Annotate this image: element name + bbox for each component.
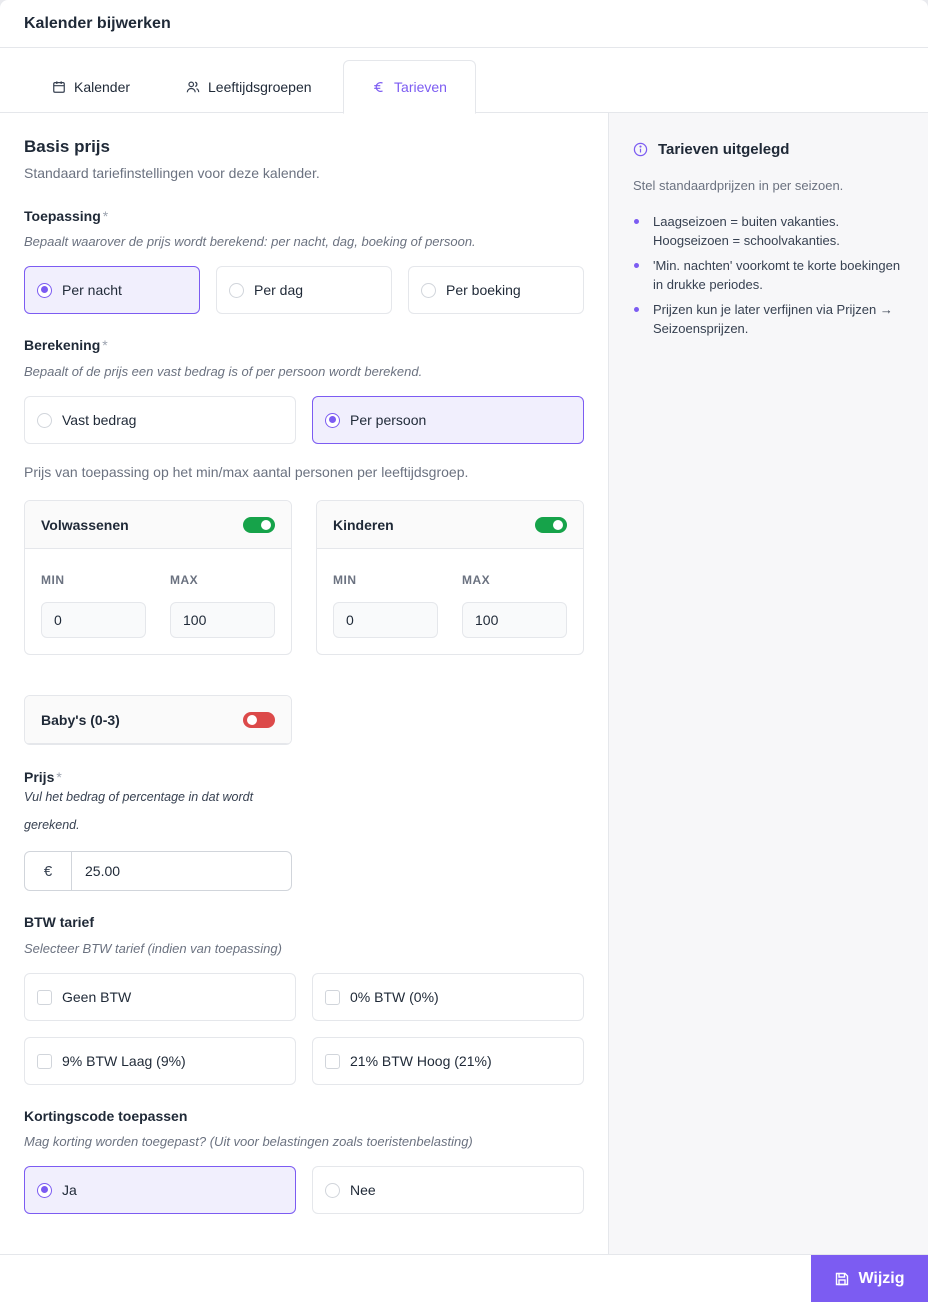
tab-label: Leeftijdsgroepen	[208, 78, 312, 95]
save-icon	[836, 1272, 849, 1286]
checkbox	[325, 1053, 340, 1069]
babys-toggle[interactable]	[243, 711, 275, 728]
prijs-hint-line1: Vul het bedrag of percentage in dat word…	[24, 790, 254, 804]
users-icon	[186, 80, 200, 92]
sidebar-subtitle: Stel standaardprijzen in per seizoen.	[633, 178, 844, 193]
info-icon	[633, 142, 648, 157]
btw-option-21[interactable]: 21% BTW Hoog (21%)	[312, 1037, 584, 1085]
save-button[interactable]: Wijzig	[811, 1255, 928, 1302]
group-card-kinderen: Kinderen MIN MAX 0 100	[316, 500, 584, 655]
option-label: Vast bedrag	[62, 412, 137, 428]
checkbox	[37, 989, 52, 1005]
btw-option-9[interactable]: 9% BTW Laag (9%)	[24, 1037, 296, 1085]
option-vast-bedrag[interactable]: Vast bedrag	[24, 396, 296, 444]
option-label: 0% BTW (0%)	[350, 989, 439, 1005]
radio	[37, 412, 52, 428]
sidebar-bullet: Laagseizoen = buiten vakanties. Hoogseiz…	[633, 213, 913, 250]
euro-icon	[374, 82, 383, 92]
card-header: Baby's (0-3)	[25, 696, 291, 744]
btw-label: BTW tarief	[24, 914, 94, 930]
option-per-nacht[interactable]: Per nacht	[24, 266, 200, 314]
currency-symbol: €	[25, 852, 72, 890]
radio	[37, 1182, 52, 1198]
btw-hint: Selecteer BTW tarief (indien van toepass…	[24, 941, 282, 956]
sidebar-title: Tarieven uitgelegd	[658, 141, 790, 158]
modal-title: Kalender bijwerken	[24, 14, 171, 32]
kinderen-min-input[interactable]: 0	[333, 602, 438, 638]
modal-header: Kalender bijwerken	[0, 0, 928, 48]
min-label: MIN	[333, 573, 357, 587]
card-header: Volwassenen	[25, 501, 291, 549]
calendar-icon	[53, 80, 65, 93]
option-label: Geen BTW	[62, 989, 132, 1005]
sidebar-heading: Tarieven uitgelegd	[633, 141, 789, 158]
option-per-persoon[interactable]: Per persoon	[312, 396, 584, 444]
tarieven-form: Basis prijs Standaard tariefinstellingen…	[0, 113, 608, 1254]
help-sidebar: Tarieven uitgelegd Stel standaardprijzen…	[608, 113, 928, 1254]
radio	[325, 412, 340, 428]
berekening-label: Berekening *	[24, 337, 108, 353]
tab-label: Tarieven	[394, 79, 447, 95]
section-title: Basis prijs	[24, 137, 110, 156]
korting-option-nee[interactable]: Nee	[312, 1166, 584, 1214]
prijs-label: Prijs *	[24, 769, 62, 785]
group-name: Kinderen	[333, 516, 394, 533]
volwassenen-min-input[interactable]: 0	[41, 602, 146, 638]
korting-hint: Mag korting worden toegepast? (Uit voor …	[24, 1134, 473, 1149]
btw-option-0[interactable]: 0% BTW (0%)	[312, 973, 584, 1021]
price-input[interactable]: 25.00	[72, 852, 291, 890]
option-label: Per boeking	[446, 282, 521, 298]
korting-label: Kortingscode toepassen	[24, 1108, 188, 1124]
tab-kalender[interactable]: Kalender	[52, 60, 130, 113]
option-label: Per nacht	[62, 282, 122, 298]
option-label: Per persoon	[350, 412, 427, 428]
radio	[229, 282, 244, 298]
korting-option-ja[interactable]: Ja	[24, 1166, 296, 1214]
checkbox	[37, 1053, 52, 1069]
modal: Kalender bijwerken Kalender Leeftijdsgro…	[0, 0, 928, 1302]
volwassenen-toggle[interactable]	[243, 516, 275, 533]
min-label: MIN	[41, 573, 65, 587]
max-label: MAX	[170, 573, 199, 587]
option-label: Nee	[350, 1182, 376, 1198]
sidebar-bullet: 'Min. nachten' voorkomt te korte boeking…	[633, 257, 913, 294]
option-label: Per dag	[254, 282, 304, 298]
radio	[421, 282, 436, 298]
kinderen-max-input[interactable]: 100	[462, 602, 567, 638]
option-label: Ja	[62, 1182, 77, 1198]
option-label: 9% BTW Laag (9%)	[62, 1053, 186, 1069]
modal-footer: Wijzig	[0, 1254, 928, 1302]
volwassenen-max-input[interactable]: 100	[170, 602, 275, 638]
sidebar-bullets: Laagseizoen = buiten vakanties. Hoogseiz…	[633, 213, 913, 345]
option-per-boeking[interactable]: Per boeking	[408, 266, 584, 314]
kinderen-toggle[interactable]	[535, 516, 567, 533]
max-label: MAX	[462, 573, 491, 587]
tab-tarieven[interactable]: Tarieven	[343, 60, 476, 114]
tab-leeftijdsgroepen[interactable]: Leeftijdsgroepen	[186, 60, 312, 113]
group-card-babys: Baby's (0-3)	[24, 695, 292, 745]
prijs-hint-line2: gerekend.	[24, 818, 80, 832]
option-label: 21% BTW Hoog (21%)	[350, 1053, 492, 1069]
section-subtitle: Standaard tariefinstellingen voor deze k…	[24, 165, 320, 181]
radio	[325, 1182, 340, 1198]
tab-bar: Kalender Leeftijdsgroepen Tarieven	[0, 48, 928, 114]
toepassing-label: Toepassing *	[24, 208, 109, 224]
toepassing-hint: Bepaalt waarover de prijs wordt berekend…	[24, 234, 476, 249]
save-label: Wijzig	[858, 1270, 905, 1287]
sidebar-bullet: Prijzen kun je later verfijnen via Prijz…	[633, 301, 913, 338]
berekening-hint: Bepaalt of de prijs een vast bedrag is o…	[24, 364, 423, 379]
option-per-dag[interactable]: Per dag	[216, 266, 392, 314]
group-name: Baby's (0-3)	[41, 711, 120, 728]
checkbox	[325, 989, 340, 1005]
group-name: Volwassenen	[41, 516, 129, 533]
tab-label: Kalender	[74, 78, 131, 95]
price-input-group: € 25.00	[24, 851, 292, 891]
card-header: Kinderen	[317, 501, 583, 549]
group-card-volwassenen: Volwassenen MIN MAX 0 100	[24, 500, 292, 655]
radio	[37, 282, 52, 298]
groups-note: Prijs van toepassing op het min/max aant…	[24, 464, 469, 480]
btw-option-geen[interactable]: Geen BTW	[24, 973, 296, 1021]
